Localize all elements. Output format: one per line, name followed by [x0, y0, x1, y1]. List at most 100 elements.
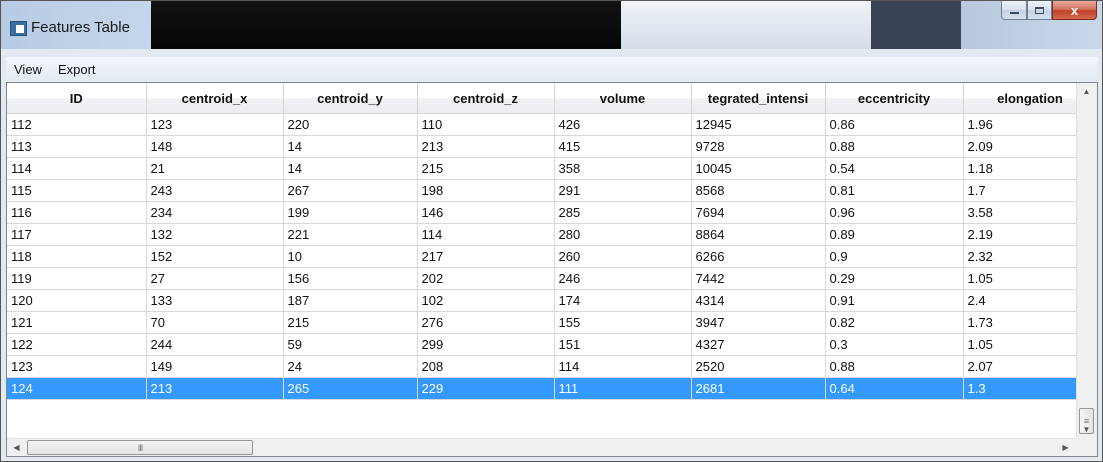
table-cell[interactable]: 0.88: [825, 135, 964, 158]
table-row[interactable]: 113 148 14 213 415 9728 0.88 2.09: [7, 135, 1076, 158]
table-cell[interactable]: 155: [554, 311, 692, 334]
table-cell[interactable]: 124: [7, 377, 147, 400]
table-cell[interactable]: 8568: [691, 179, 826, 202]
close-button[interactable]: x: [1052, 1, 1097, 20]
table-cell[interactable]: 234: [146, 201, 284, 224]
table-cell[interactable]: 358: [554, 157, 692, 180]
table-cell[interactable]: 148: [146, 135, 284, 158]
table-cell[interactable]: 291: [554, 179, 692, 202]
table-cell[interactable]: 14: [283, 135, 418, 158]
table-cell[interactable]: 2520: [691, 355, 826, 378]
table-cell[interactable]: 215: [283, 311, 418, 334]
table-cell[interactable]: 2.09: [963, 135, 1076, 158]
scroll-right-icon[interactable]: ▶: [1056, 439, 1075, 456]
table-cell[interactable]: 265: [283, 377, 418, 400]
table-row[interactable]: 121 70 215 276 155 3947 0.82 1.73: [7, 311, 1076, 334]
table-cell[interactable]: 8864: [691, 223, 826, 246]
table-cell[interactable]: 215: [417, 157, 555, 180]
table-cell[interactable]: 0.88: [825, 355, 964, 378]
table-cell[interactable]: 7442: [691, 267, 826, 290]
horizontal-scroll-thumb[interactable]: III: [27, 440, 253, 455]
table-row[interactable]: 117 132 221 114 280 8864 0.89 2.19: [7, 223, 1076, 246]
table-cell[interactable]: 117: [7, 223, 147, 246]
table-cell[interactable]: 244: [146, 333, 284, 356]
table-cell[interactable]: 0.29: [825, 267, 964, 290]
table-row[interactable]: 118 152 10 217 260 6266 0.9 2.32: [7, 245, 1076, 268]
table-cell[interactable]: 146: [417, 201, 555, 224]
table-cell[interactable]: 118: [7, 245, 147, 268]
table-cell[interactable]: 9728: [691, 135, 826, 158]
table-cell[interactable]: 220: [283, 113, 418, 136]
table-cell[interactable]: 0.3: [825, 333, 964, 356]
table-cell[interactable]: 116: [7, 201, 147, 224]
table-cell[interactable]: 119: [7, 267, 147, 290]
minimize-button[interactable]: [1001, 1, 1027, 20]
table-row[interactable]: 114 21 14 215 358 10045 0.54 1.18: [7, 157, 1076, 180]
column-header[interactable]: centroid_x: [146, 83, 284, 114]
table-cell[interactable]: 10045: [691, 157, 826, 180]
table-cell[interactable]: 285: [554, 201, 692, 224]
table-cell[interactable]: 229: [417, 377, 555, 400]
table-cell[interactable]: 267: [283, 179, 418, 202]
table-cell[interactable]: 14: [283, 157, 418, 180]
table-cell[interactable]: 2.07: [963, 355, 1076, 378]
table-cell[interactable]: 132: [146, 223, 284, 246]
table-cell[interactable]: 299: [417, 333, 555, 356]
table-cell[interactable]: 0.91: [825, 289, 964, 312]
table-cell[interactable]: 1.7: [963, 179, 1076, 202]
column-header[interactable]: centroid_z: [417, 83, 555, 114]
table-cell[interactable]: 199: [283, 201, 418, 224]
column-header[interactable]: volume: [554, 83, 692, 114]
table-cell[interactable]: 133: [146, 289, 284, 312]
table-cell[interactable]: 426: [554, 113, 692, 136]
table-cell[interactable]: 260: [554, 245, 692, 268]
column-header[interactable]: tegrated_intensi: [691, 83, 826, 114]
scroll-left-icon[interactable]: ◀: [7, 439, 26, 456]
table-cell[interactable]: 174: [554, 289, 692, 312]
table-cell[interactable]: 276: [417, 311, 555, 334]
maximize-button[interactable]: [1027, 1, 1052, 20]
table-cell[interactable]: 151: [554, 333, 692, 356]
app-icon[interactable]: [10, 21, 27, 36]
table-cell[interactable]: 0.89: [825, 223, 964, 246]
table-cell[interactable]: 0.96: [825, 201, 964, 224]
horizontal-scrollbar[interactable]: ◀ III ▶: [7, 438, 1076, 456]
table-cell[interactable]: 6266: [691, 245, 826, 268]
table-cell[interactable]: 24: [283, 355, 418, 378]
column-header[interactable]: ID: [7, 83, 147, 114]
table-cell[interactable]: 243: [146, 179, 284, 202]
vertical-scrollbar[interactable]: ▲ ≡ ▼: [1076, 83, 1097, 438]
table-row[interactable]: 116 234 199 146 285 7694 0.96 3.58: [7, 201, 1076, 224]
table-cell[interactable]: 0.86: [825, 113, 964, 136]
table-cell[interactable]: 415: [554, 135, 692, 158]
table-cell[interactable]: 114: [554, 355, 692, 378]
table-cell[interactable]: 2.4: [963, 289, 1076, 312]
scroll-up-icon[interactable]: ▲: [1077, 83, 1096, 100]
table-cell[interactable]: 112: [7, 113, 147, 136]
table-cell[interactable]: 213: [417, 135, 555, 158]
menu-export[interactable]: Export: [50, 57, 104, 82]
table-cell[interactable]: 213: [146, 377, 284, 400]
table-cell[interactable]: 0.82: [825, 311, 964, 334]
table-cell[interactable]: 121: [7, 311, 147, 334]
title-bar[interactable]: Features Table x: [1, 1, 1102, 49]
table-cell[interactable]: 2.32: [963, 245, 1076, 268]
table-row[interactable]: 119 27 156 202 246 7442 0.29 1.05: [7, 267, 1076, 290]
table-cell[interactable]: 3947: [691, 311, 826, 334]
table-cell[interactable]: 114: [7, 157, 147, 180]
table-row[interactable]: 123 149 24 208 114 2520 0.88 2.07: [7, 355, 1076, 378]
column-header[interactable]: elongation: [963, 83, 1076, 114]
table-cell[interactable]: 113: [7, 135, 147, 158]
table-cell[interactable]: 208: [417, 355, 555, 378]
table-cell[interactable]: 110: [417, 113, 555, 136]
table-cell[interactable]: 1.18: [963, 157, 1076, 180]
table-cell[interactable]: 2.19: [963, 223, 1076, 246]
table-row[interactable]: 120 133 187 102 174 4314 0.91 2.4: [7, 289, 1076, 312]
table-cell[interactable]: 217: [417, 245, 555, 268]
table-cell[interactable]: 1.05: [963, 333, 1076, 356]
table-cell[interactable]: 280: [554, 223, 692, 246]
table-row[interactable]: 122 244 59 299 151 4327 0.3 1.05: [7, 333, 1076, 356]
column-header[interactable]: eccentricity: [825, 83, 964, 114]
column-header[interactable]: centroid_y: [283, 83, 418, 114]
table-cell[interactable]: 1.96: [963, 113, 1076, 136]
